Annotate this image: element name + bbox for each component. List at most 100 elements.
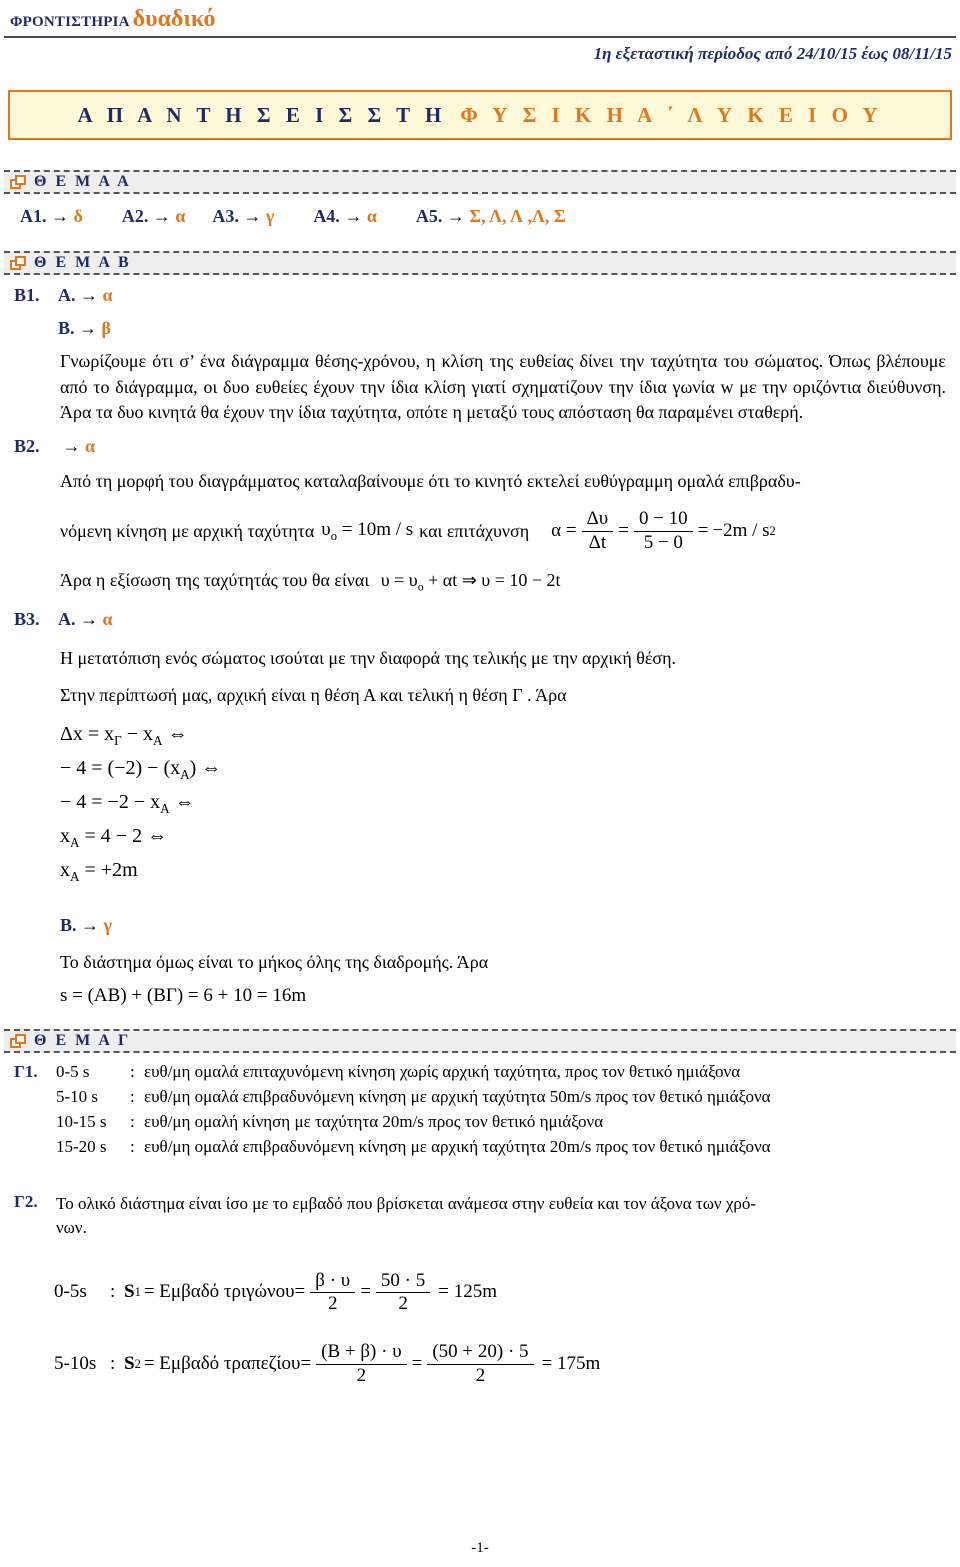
answer-b1-sub-b-arrow: → (79, 318, 98, 338)
answer-g2-calc2-symbol: S (124, 1353, 135, 1375)
answer-g2-calc1-frac2-num: 50 · 5 (375, 1270, 431, 1293)
answer-g2-calc1-frac-2: 50 · 5 2 (375, 1270, 431, 1316)
answer-b1-sub-a-value: α (102, 285, 113, 305)
answer-b3-text-2: Στην περίπτωσή μας, αρχική είναι η θέση … (60, 685, 567, 706)
section-header-g: Θ Ε Μ Α Γ (4, 1029, 956, 1054)
answer-a5-arrow: → (446, 206, 465, 226)
masthead: ΦΡΟΝΤΙΣΤΗΡΙΑ δυαδικό (0, 0, 960, 34)
answer-g2-calc2-frac-1: (Β + β) · υ 2 (316, 1341, 407, 1387)
answer-a1-value: δ (73, 206, 83, 226)
answer-g2-calc1-result: = 125m (438, 1281, 497, 1303)
answer-b2-text-4: Άρα η εξίσωση της ταχύτητάς του θα είναι (60, 570, 370, 590)
answer-b2-velocity-equation: Άρα η εξίσωση της ταχύτητάς του θα είναι… (60, 570, 946, 595)
page-title-subject: Φ Υ Σ Ι Κ Η Α ΄ Λ Υ Κ Ε Ι Ο Υ (460, 102, 883, 127)
answer-b3-equation-s: s = (ΑΒ) + (ΒΓ) = 6 + 10 = 16m (60, 985, 307, 1007)
answer-g1-row-3: 10-15 s: ευθ/μη ομαλή κίνηση με ταχύτητα … (14, 1109, 946, 1134)
answer-b2-frac-values: 0 − 10 5 − 0 (633, 508, 693, 554)
answer-g2-calc2-frac1-den: 2 (356, 1364, 367, 1386)
answer-a2-arrow: → (152, 206, 171, 226)
answer-g2-calc1-range: 0-5s (54, 1281, 87, 1303)
answer-b3-equation-1: Δx = xΓ − xΑ ⇔ (60, 722, 188, 748)
answer-b2-value: α (85, 435, 96, 456)
answer-b2-frac-dv-dt: Δυ Δt (581, 508, 614, 554)
answer-g2-row: Γ2. Το ολικό διάστημα είναι ίσο με το εμ… (14, 1189, 946, 1243)
answer-a3-arrow: → (243, 206, 262, 226)
answer-g1-desc-1: ευθ/μη ομαλά επιταχυνόμενη κίνηση χωρίς … (144, 1061, 741, 1081)
answer-b3-equation-4: xΑ = 4 − 2 ⇔ (60, 824, 168, 850)
answer-g1-time-2: 5-10 s (56, 1086, 99, 1106)
answer-g1-row-1: Γ1. 0-5 s: ευθ/μη ομαλά επιταχυνόμενη κίνη… (14, 1059, 946, 1084)
answer-g1-time-1: 0-5 s (56, 1061, 90, 1081)
answer-g1-colon-3: : (130, 1111, 135, 1131)
answer-g2-calc2-colon: : (110, 1353, 116, 1375)
answer-b3-text-3: Το διάστημα όμως είναι το μήκος όλης της… (60, 951, 489, 972)
answer-b3-sub-a-value: α (102, 608, 113, 629)
answer-g2-calc2-eq: = (411, 1353, 423, 1375)
answer-b2-label: Β2. (14, 435, 40, 456)
answer-b3-sub-b-value: γ (103, 914, 112, 935)
brand-name: δυαδικό (132, 6, 216, 32)
brand-prefix: ΦΡΟΝΤΙΣΤΗΡΙΑ (10, 14, 130, 30)
answer-g2-calc2-frac1-num: (Β + β) · υ (316, 1341, 407, 1365)
answer-g1-desc-4: ευθ/μη ομαλά επιβραδυνόμενη κίνηση με αρ… (144, 1136, 771, 1156)
answer-b3-equation-2: − 4 = (−2) − (xΑ) ⇔ (60, 756, 222, 782)
answer-b2-accel-exponent: 2 (769, 523, 776, 538)
answer-g2-calc1-frac1-den: 2 (327, 1292, 338, 1314)
answer-b3-sub-a-arrow: → (80, 608, 98, 629)
answer-b2-arrow: → (62, 435, 81, 456)
exam-period-label: 1η εξεταστική περίοδος από 24/10/15 έως … (593, 44, 952, 63)
answer-b2-equals-2: = (697, 520, 709, 542)
answer-b2-frac1-denominator: Δt (588, 531, 607, 553)
answer-b3-equation-3: − 4 = −2 − xΑ ⇔ (60, 790, 195, 816)
section-header-a: Θ Ε Μ Α Α (4, 170, 956, 194)
answer-b1-sub-a-label: Α. (58, 285, 76, 305)
answer-g2-calc1-eq: = (360, 1281, 371, 1303)
answer-b2-accel-symbol: α = (551, 520, 577, 542)
answer-b2-equals-1: = (618, 520, 629, 542)
answer-a2-value: α (175, 206, 186, 226)
answer-b3-sub-b-row: Β. → γ (60, 889, 946, 938)
answer-b2-frac1-numerator: Δυ (581, 508, 614, 532)
section-a-answers: Α1. → δ Α2. → α Α3. → γ Α4. → α Α5. → Σ,… (14, 194, 946, 237)
answer-b2-eq-v: υ = υ (380, 570, 418, 590)
answer-b2-frac2-numerator: 0 − 10 (633, 508, 693, 532)
answer-g2-calc2-equals: = Εμβαδό τραπεζίου= (143, 1353, 312, 1375)
answer-b3-sub-b-arrow: → (81, 914, 100, 935)
cascade-windows-icon (10, 174, 27, 190)
answer-g2-calc2-frac-2: (50 + 20) · 5 2 (427, 1341, 534, 1387)
answer-b2-text-3: και επιτάχυνση (419, 520, 530, 541)
page-title-banner: Α Π Α Ν Τ Η Σ Ε Ι Σ Σ Τ Η Φ Υ Σ Ι Κ Η Α … (8, 90, 952, 140)
answer-g2-calc2-frac2-den: 2 (475, 1364, 486, 1386)
answer-g2-calc2-result: = 175m (541, 1353, 601, 1375)
answer-g2-calc1-frac2-den: 2 (398, 1292, 408, 1314)
answer-a2-label: Α2. (121, 206, 149, 226)
answer-b2-text-2: νόμενη κίνηση με αρχική ταχύτητα (60, 520, 315, 541)
answer-a3-label: Α3. (212, 206, 239, 226)
answer-b1-sub-b-label: Β. (58, 318, 75, 338)
answer-b3-equation-5: xΑ = +2m (60, 858, 138, 884)
answer-a4-label: Α4. (313, 206, 340, 226)
answer-g1-desc-3: ευθ/μη ομαλή κίνηση με ταχύτητα 20m/s πρ… (144, 1111, 604, 1131)
answer-b1-sub-b-row: Β. → β (14, 308, 946, 341)
cascade-windows-icon (10, 1033, 27, 1049)
answer-b3-row: Β3. Α. → α (14, 595, 946, 632)
cascade-windows-icon (10, 255, 27, 271)
answer-b2-text-1: Από τη μορφή του διαγράμματος καταλαβαίν… (60, 470, 801, 491)
answer-g1-row-4: 15-20 s: ευθ/μη ομαλά επιβραδυνόμενη κίνη… (14, 1134, 946, 1159)
answer-a4-value: α (366, 206, 377, 226)
answer-b1-sub-a-arrow: → (80, 285, 98, 305)
answer-b2-frac2-denominator: 5 − 0 (643, 531, 683, 553)
answer-g2-text-2: νων. (56, 1218, 87, 1238)
answer-g1-colon-2: : (130, 1086, 135, 1106)
answer-g2-label: Γ2. (14, 1191, 38, 1211)
page-title-prefix: Α Π Α Ν Τ Η Σ Ε Ι Σ Σ Τ Η (77, 102, 447, 127)
answer-a5-label: Α5. (415, 206, 443, 226)
answer-g1-label: Γ1. (14, 1061, 38, 1081)
answer-b1-paragraph: Γνωρίζουμε ότι σ’ ένα διάγραμμα θέσης-χρ… (60, 351, 946, 423)
answer-g2-calc1-colon: : (110, 1281, 116, 1303)
answer-b2-v0-value: = 10m / s (341, 518, 414, 540)
answer-g2-calc1-frac-1: β · υ 2 (310, 1270, 356, 1316)
answer-a1-label: Α1. (20, 206, 47, 226)
answer-g2-calc-2: 5-10s : S2 = Εμβαδό τραπεζίου= (Β + β) ·… (54, 1341, 946, 1387)
answer-a5-value: Σ, Λ, Λ ,Λ, Σ (469, 206, 566, 226)
